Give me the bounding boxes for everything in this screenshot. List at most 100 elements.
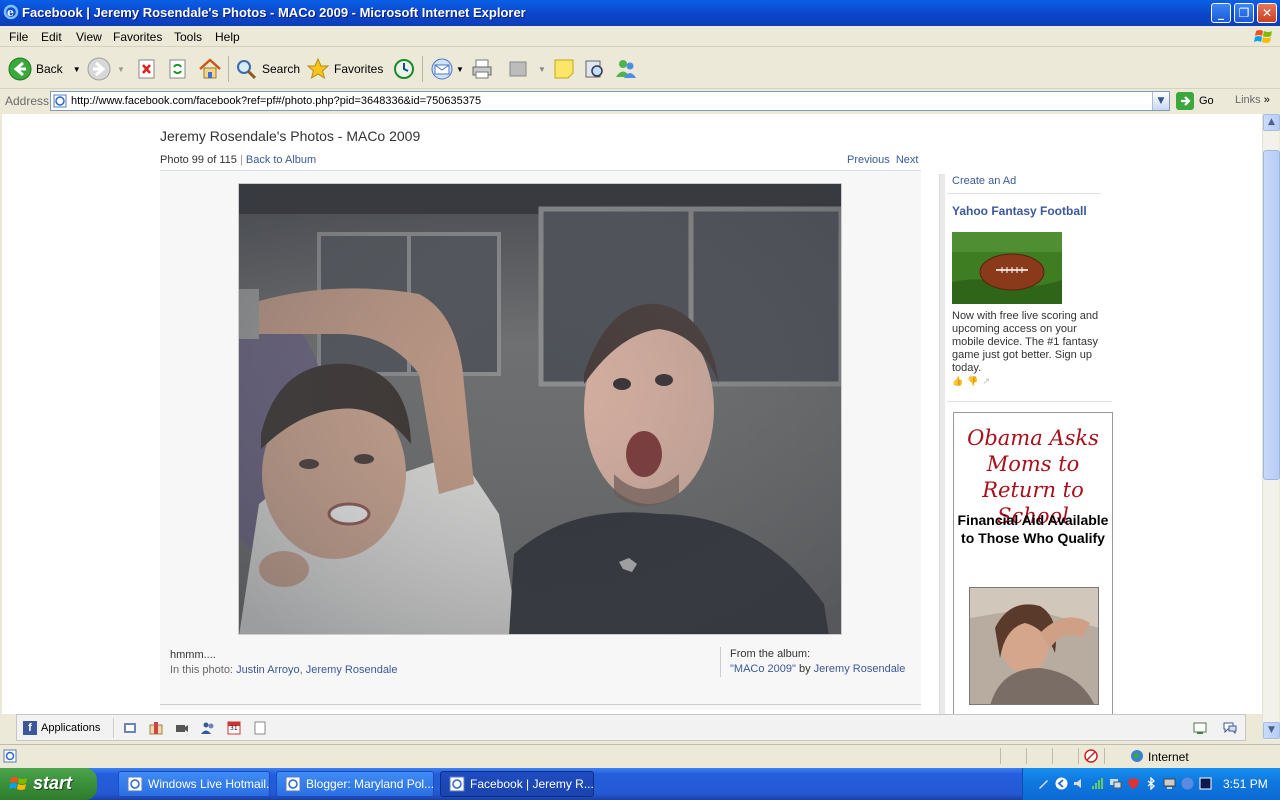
favorites-label: Favorites: [334, 62, 384, 76]
video-app-icon[interactable]: [175, 721, 189, 735]
tag-link[interactable]: Jeremy Rosendale: [306, 664, 398, 676]
research-button[interactable]: [582, 55, 606, 83]
page-viewport: Jeremy Rosendale's Photos - MACo 2009 Ph…: [2, 114, 1262, 714]
task-hotmail[interactable]: Windows Live Hotmail...: [118, 771, 270, 797]
thumbs-up-icon[interactable]: 👍: [952, 377, 967, 387]
links-button[interactable]: Links »: [1235, 94, 1270, 106]
edit-button[interactable]: ▼: [506, 55, 546, 83]
notes-app-icon[interactable]: [253, 721, 267, 735]
signal-tray-icon[interactable]: [1091, 777, 1104, 790]
prev-next-nav: Previous Next: [847, 154, 918, 166]
facebook-app-bar: f Applications 31: [16, 714, 1246, 741]
menu-view[interactable]: View: [76, 30, 102, 44]
star-icon: [306, 57, 330, 80]
display-tray-icon[interactable]: [1163, 777, 1176, 790]
go-label: Go: [1199, 95, 1214, 107]
address-label: Address: [5, 94, 50, 108]
status-divider: [1052, 748, 1053, 764]
back-button[interactable]: Back ▼: [8, 55, 81, 83]
mail-dropdown-icon[interactable]: ▼: [456, 65, 464, 74]
security-shield-icon[interactable]: [1127, 777, 1140, 790]
back-tray-icon[interactable]: [1055, 777, 1068, 790]
ad-title-link[interactable]: Yahoo Fantasy Football: [952, 204, 1087, 218]
previous-link[interactable]: Previous: [847, 154, 890, 166]
album-info: From the album: "MACo 2009" by Jeremy Ro…: [720, 647, 905, 677]
mail-button[interactable]: ▼: [430, 55, 464, 83]
next-link[interactable]: Next: [896, 154, 919, 166]
applications-button[interactable]: f Applications: [23, 721, 100, 735]
menu-bar: File Edit View Favorites Tools Help: [0, 26, 1280, 47]
applications-label: Applications: [41, 722, 101, 734]
back-dropdown-icon[interactable]: ▼: [73, 65, 81, 74]
menu-favorites[interactable]: Favorites: [113, 30, 162, 44]
photo-image[interactable]: [238, 183, 842, 635]
start-flag-icon: [9, 777, 27, 790]
popup-blocked-icon[interactable]: [1084, 749, 1098, 763]
status-divider: [1026, 748, 1027, 764]
go-button[interactable]: Go: [1176, 92, 1214, 110]
stop-button[interactable]: [135, 55, 159, 83]
by-label: by: [798, 663, 811, 675]
maximize-button[interactable]: ❐: [1234, 3, 1254, 23]
clock: 3:51 PM: [1223, 777, 1268, 791]
create-ad-link[interactable]: Create an Ad: [952, 175, 1016, 187]
search-button[interactable]: Search: [234, 55, 300, 83]
status-divider: [1104, 748, 1105, 764]
share-icon[interactable]: ↗: [982, 377, 994, 387]
help-tray-icon[interactable]: [1181, 777, 1194, 790]
status-bar: Internet: [0, 744, 1280, 767]
scroll-up-arrow-icon[interactable]: ▲: [1263, 114, 1280, 131]
menu-edit[interactable]: Edit: [41, 30, 62, 44]
online-friends-icon[interactable]: [1193, 721, 1207, 735]
go-arrow-icon: [1176, 92, 1194, 110]
network-tray-icon[interactable]: [1109, 777, 1122, 790]
toolbar-separator: [422, 56, 423, 82]
back-to-album-link[interactable]: Back to Album: [246, 154, 316, 166]
scroll-thumb[interactable]: [1263, 150, 1280, 480]
tag-separator: ,: [299, 664, 303, 676]
vertical-scrollbar[interactable]: ▲ ▼: [1262, 114, 1280, 740]
task-facebook[interactable]: Facebook | Jeremy R...: [440, 771, 594, 797]
bar-separator: [113, 718, 114, 738]
minimize-button[interactable]: _: [1211, 3, 1231, 23]
print-button[interactable]: [470, 55, 494, 83]
football-ad-image[interactable]: [952, 232, 1062, 304]
scroll-down-arrow-icon[interactable]: ▼: [1263, 722, 1280, 739]
volume-tray-icon[interactable]: [1073, 777, 1086, 790]
banner-ad[interactable]: Obama Asks Moms to Return to School Fina…: [953, 412, 1113, 714]
bluetooth-tray-icon[interactable]: [1145, 777, 1158, 790]
address-dropdown-icon[interactable]: ▼: [1152, 92, 1169, 110]
groups-app-icon[interactable]: [201, 721, 215, 735]
menu-tools[interactable]: Tools: [174, 30, 202, 44]
photo-panel: hmmm.... In this photo: Justin Arroyo, J…: [160, 170, 921, 710]
address-input[interactable]: http://www.facebook.com/facebook?ref=pf#…: [50, 91, 1170, 111]
refresh-button[interactable]: [166, 55, 190, 83]
forward-dropdown-icon[interactable]: ▼: [117, 65, 125, 74]
close-button[interactable]: ✕: [1257, 3, 1277, 23]
tag-link[interactable]: Justin Arroyo: [236, 664, 300, 676]
status-divider: [1000, 748, 1001, 764]
system-tray: 3:51 PM: [1022, 768, 1280, 800]
edit-dropdown-icon[interactable]: ▼: [538, 65, 546, 74]
pen-tray-icon[interactable]: [1037, 777, 1050, 790]
home-button[interactable]: [198, 55, 222, 83]
menu-file[interactable]: File: [9, 30, 28, 44]
album-link[interactable]: "MACo 2009": [730, 663, 796, 675]
internet-globe-icon: [1131, 750, 1143, 762]
app-tray-icon[interactable]: [1199, 777, 1212, 790]
start-label: start: [33, 773, 73, 793]
task-blogger[interactable]: Blogger: Maryland Pol...: [276, 771, 434, 797]
history-button[interactable]: [392, 55, 416, 83]
ad-divider: [947, 193, 1101, 194]
photos-app-icon[interactable]: [123, 721, 137, 735]
forward-button[interactable]: ▼: [87, 55, 125, 83]
album-owner-link[interactable]: Jeremy Rosendale: [814, 663, 906, 675]
thumbs-down-icon[interactable]: 👎: [967, 377, 982, 387]
favorites-button[interactable]: Favorites: [306, 55, 383, 83]
chat-icon[interactable]: [1223, 721, 1237, 735]
notes-button[interactable]: [552, 55, 576, 83]
messenger-button[interactable]: [614, 55, 638, 83]
start-button[interactable]: start: [0, 768, 97, 800]
menu-help[interactable]: Help: [215, 30, 240, 44]
gifts-app-icon[interactable]: [149, 721, 163, 735]
